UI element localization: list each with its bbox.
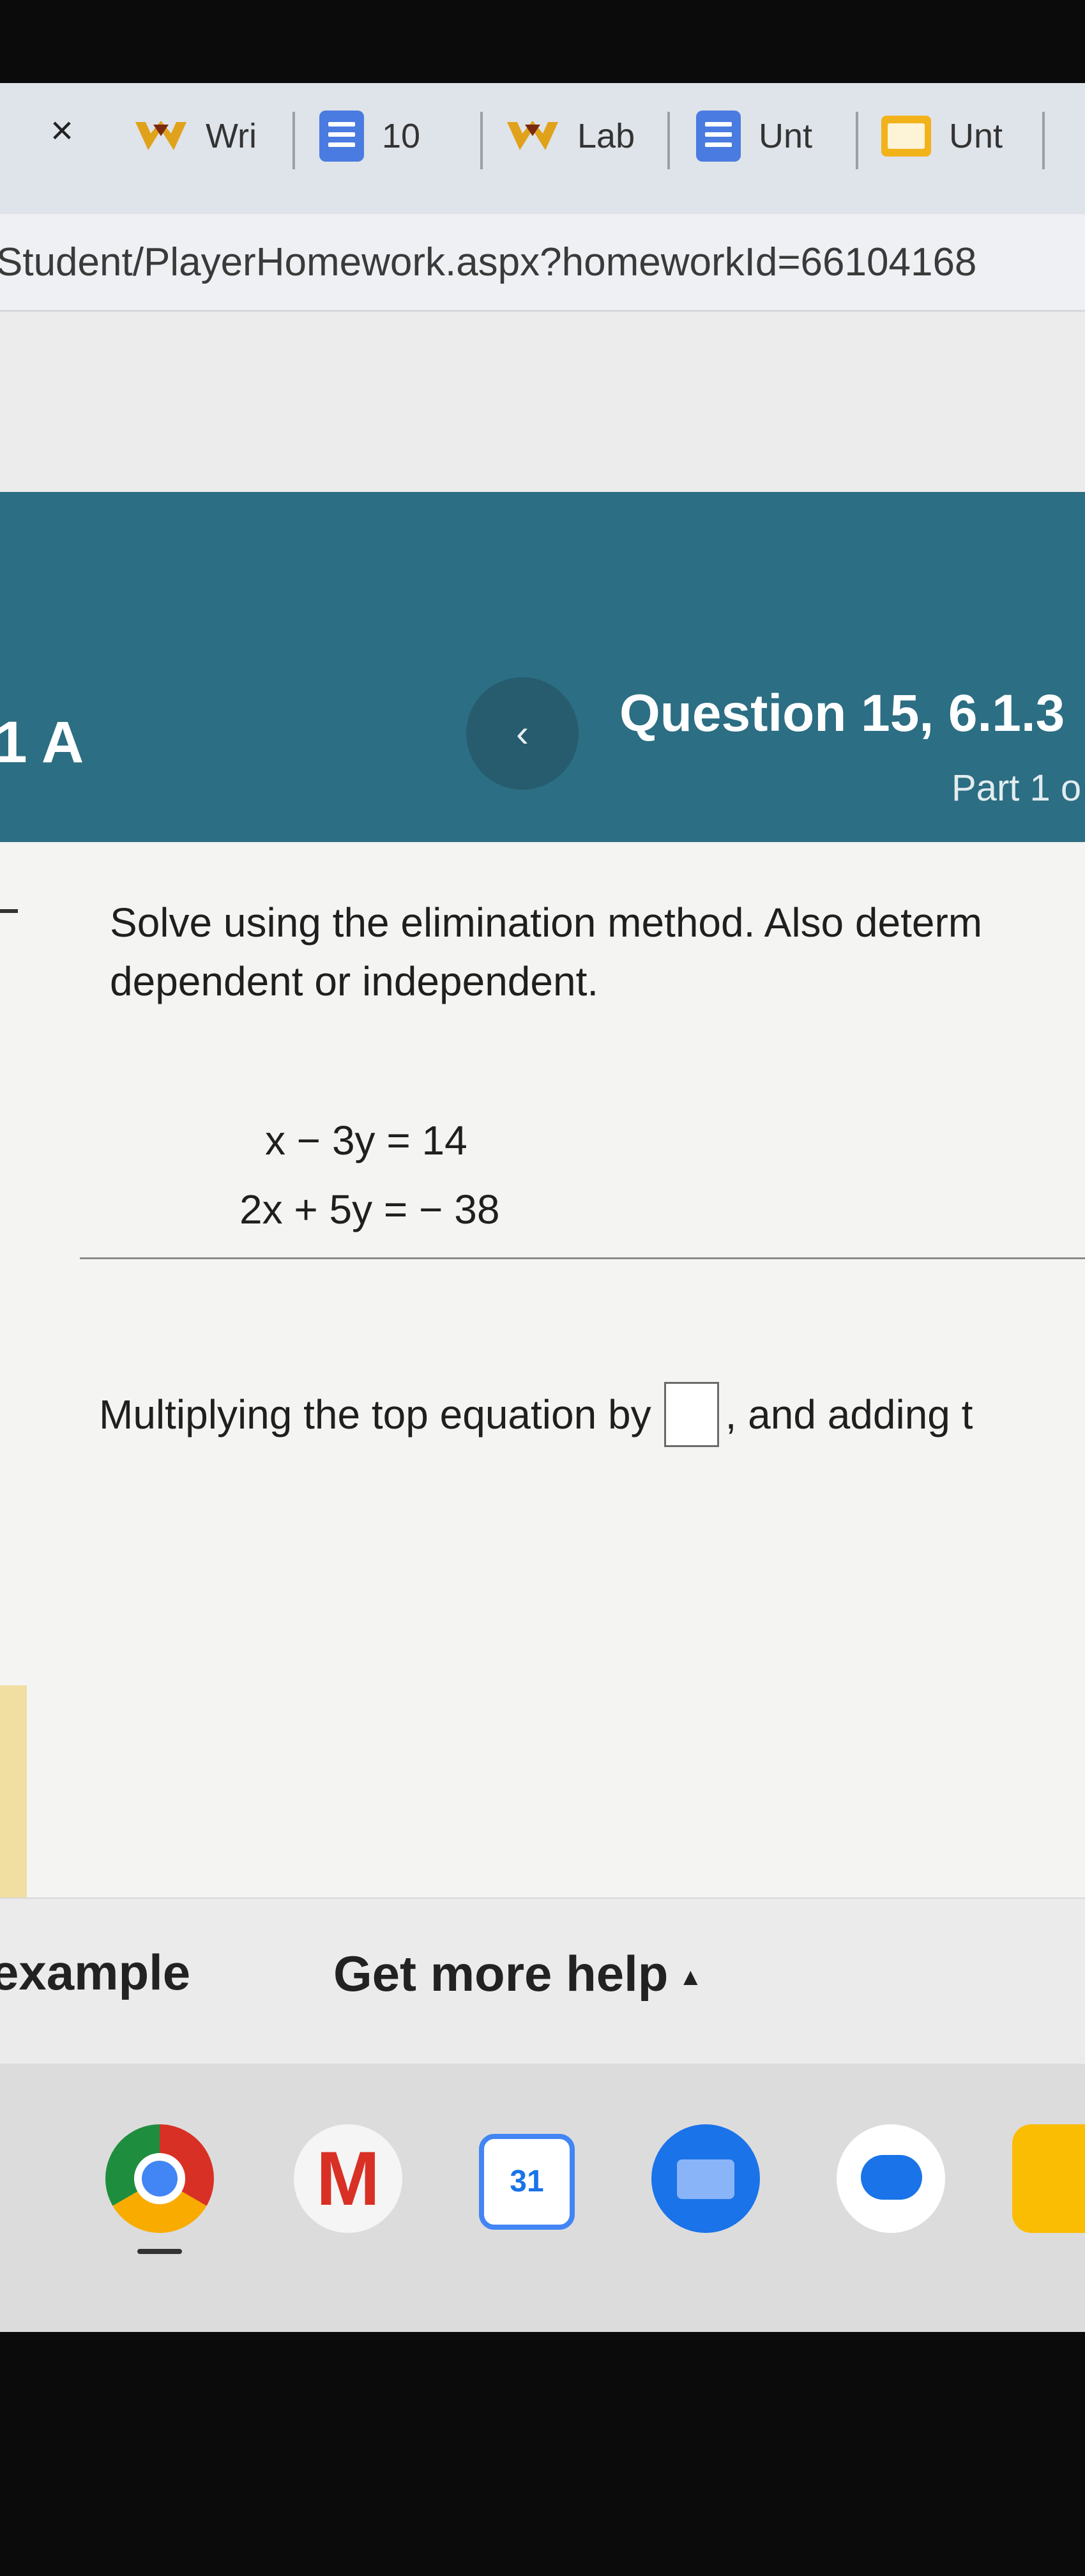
close-tab-icon[interactable]: × <box>40 109 84 153</box>
tab-separator <box>292 112 295 169</box>
left-marker <box>0 909 18 913</box>
tab-separator <box>856 112 858 169</box>
address-bar[interactable]: Student/PlayerHomework.aspx?homeworkId=6… <box>0 214 1085 312</box>
divider <box>80 1257 1085 1259</box>
tab-label: Unt <box>759 117 813 155</box>
get-more-help-button[interactable]: Get more help ▲ <box>333 1945 702 2003</box>
tab-separator <box>480 112 483 169</box>
question-title: Question 15, 6.1.3 <box>619 684 1065 742</box>
url-text[interactable]: Student/PlayerHomework.aspx?homeworkId=6… <box>0 240 976 285</box>
files-icon[interactable] <box>651 2124 760 2233</box>
tab-label: Unt <box>949 117 1003 155</box>
tab-label: Lab <box>577 117 635 155</box>
question-header: .1 A ‹ Question 15, 6.1.3 Part 1 o <box>0 492 1085 842</box>
part-label: Part 1 o <box>952 767 1082 809</box>
tab-label: Wri <box>206 117 257 155</box>
calendar-icon[interactable]: 31 <box>479 2134 575 2230</box>
w-logo-icon <box>134 118 188 154</box>
equation-1: x − 3y = 14 <box>265 1117 467 1163</box>
screen: × Wri 10 Lab Unt Unt Student/PlayerHomew… <box>0 83 1085 2332</box>
tab-unt-doc[interactable]: Unt <box>696 101 812 171</box>
instruction-line: dependent or independent. <box>110 958 599 1004</box>
gmail-letter: M <box>316 2136 380 2221</box>
app-icon[interactable] <box>1012 2124 1085 2233</box>
os-shelf: M 31 <box>0 2064 1085 2332</box>
tab-separator <box>1042 112 1045 169</box>
answer-prompt: Multiplying the top equation by , and ad… <box>99 1382 973 1447</box>
page-top-blank <box>0 312 1085 491</box>
docs-icon <box>696 111 741 162</box>
prompt-text-after: , and adding t <box>725 1392 973 1438</box>
tab-separator <box>667 112 670 169</box>
question-content: Solve using the elimination method. Also… <box>0 842 1085 2011</box>
instruction-text: Solve using the elimination method. Also… <box>110 893 982 1011</box>
tab-strip: × Wri 10 Lab Unt Unt <box>0 83 1085 214</box>
tab-unt-slides[interactable]: Unt <box>881 101 1003 171</box>
instruction-line: Solve using the elimination method. Also… <box>110 900 983 946</box>
caret-up-icon: ▲ <box>678 1963 703 1991</box>
gmail-icon[interactable]: M <box>294 2124 402 2233</box>
prompt-text-before: Multiplying the top equation by <box>99 1392 651 1438</box>
chevron-left-icon: ‹ <box>516 712 529 755</box>
side-strip <box>0 1685 27 1928</box>
tab-label: 10 <box>382 117 421 155</box>
docs-icon <box>319 111 364 162</box>
tab-lab[interactable]: Lab <box>506 101 635 171</box>
view-example-button[interactable]: example <box>0 1943 190 2002</box>
slides-icon <box>881 116 931 157</box>
multiplier-answer-input[interactable] <box>664 1382 719 1447</box>
tab-10[interactable]: 10 <box>319 101 420 171</box>
tab-wri[interactable]: Wri <box>134 101 257 171</box>
equation-2: 2x + 5y = − 38 <box>239 1186 500 1232</box>
active-app-indicator <box>137 2249 182 2254</box>
previous-question-button[interactable]: ‹ <box>466 677 579 790</box>
calendar-day: 31 <box>510 2165 544 2198</box>
chat-icon[interactable] <box>837 2124 945 2233</box>
chrome-icon[interactable] <box>105 2124 214 2233</box>
help-bar: example Get more help ▲ <box>0 1897 1085 2062</box>
w-logo-icon <box>506 118 559 154</box>
section-label: .1 A <box>0 710 84 775</box>
get-more-help-label: Get more help <box>333 1945 669 2002</box>
